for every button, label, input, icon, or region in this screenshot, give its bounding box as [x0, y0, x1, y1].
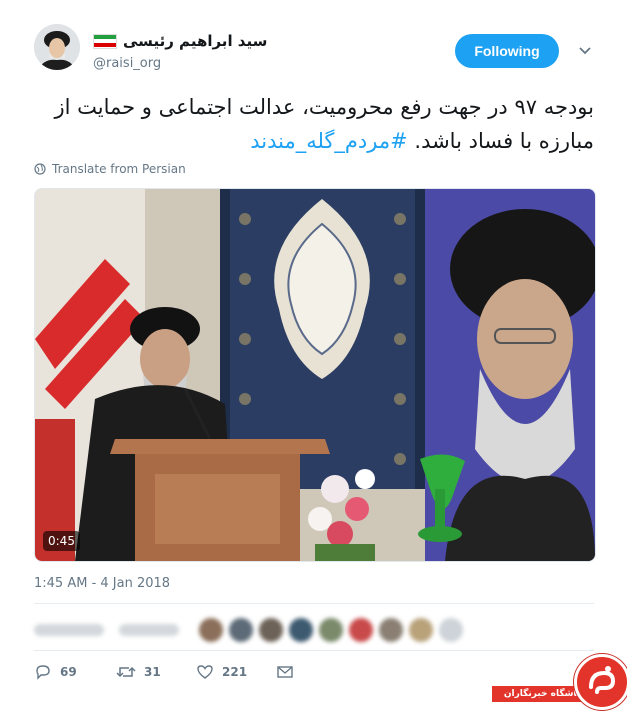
avatar[interactable] [34, 24, 80, 70]
blurred-avatar [349, 618, 373, 642]
direct-message-button[interactable] [276, 664, 294, 680]
divider [34, 650, 594, 651]
blurred-avatar [319, 618, 343, 642]
translate-label: Translate from Persian [52, 162, 186, 176]
avatar-image [34, 24, 80, 70]
author-display-name[interactable]: سید ابراهیم رئیسی [93, 32, 267, 50]
blurred-avatar [229, 618, 253, 642]
author-handle[interactable]: @raisi_org [93, 56, 161, 71]
globe-icon [34, 163, 46, 175]
reply-button[interactable]: 69 [34, 664, 77, 680]
blurred-avatar [259, 618, 283, 642]
retweet-count: 31 [144, 665, 161, 679]
following-button[interactable]: Following [455, 34, 559, 68]
chevron-down-icon[interactable] [578, 44, 592, 58]
tweet-timestamp[interactable]: 1:45 AM - 4 Jan 2018 [34, 576, 170, 591]
heart-icon [197, 665, 213, 679]
watermark-emblem-glyph [589, 666, 616, 694]
retweet-icon [116, 666, 136, 678]
reply-icon [36, 665, 50, 680]
tweet-text: بودجه ۹۷ در جهت رفع محرومیت، عدالت اجتما… [34, 90, 595, 158]
envelope-icon [277, 666, 293, 678]
blurred-stat [34, 624, 104, 636]
like-count: 221 [222, 665, 248, 679]
translate-link[interactable]: Translate from Persian [34, 162, 186, 176]
retweet-button[interactable]: 31 [116, 664, 161, 680]
reply-count: 69 [60, 665, 77, 679]
blurred-avatar [379, 618, 403, 642]
blurred-avatar [199, 618, 223, 642]
video-thumbnail [35, 189, 595, 561]
video-player[interactable]: 0:45 [34, 188, 596, 562]
blurred-avatar [289, 618, 313, 642]
hashtag-link[interactable]: #مردم_گله_مندند [250, 129, 407, 153]
watermark-logo: باشگاه خبرنگاران [492, 652, 627, 712]
tweet-header: سید ابراهیم رئیسی @raisi_org Following [0, 0, 627, 80]
video-duration: 0:45 [43, 531, 80, 551]
iran-flag-icon [93, 33, 117, 49]
display-name-text: سید ابراهیم رئیسی [123, 32, 268, 50]
watermark-emblem-icon [574, 654, 627, 710]
blurred-avatar [439, 618, 463, 642]
like-button[interactable]: 221 [196, 664, 247, 680]
tweet-actions: 69 31 221 [34, 664, 334, 688]
blurred-stat [119, 624, 179, 636]
engagement-stats-blurred [34, 612, 594, 644]
blurred-avatar [409, 618, 433, 642]
divider [34, 603, 594, 604]
